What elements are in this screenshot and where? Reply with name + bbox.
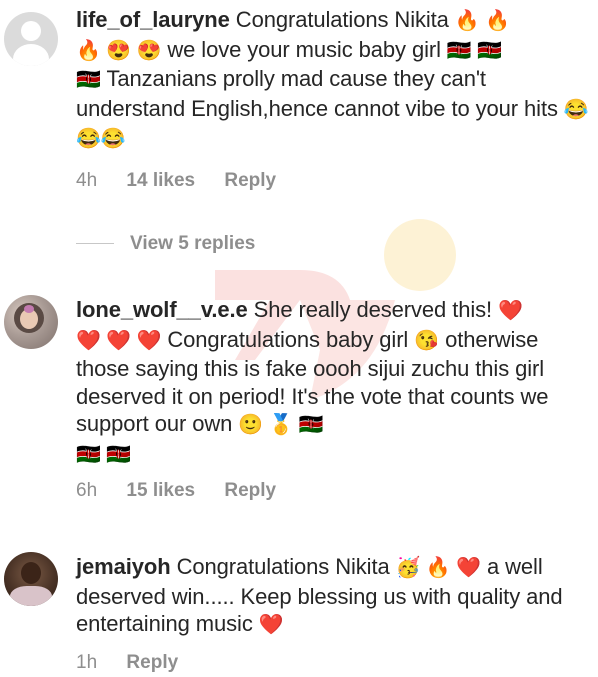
comment-body: Congratulations baby girl [167, 326, 409, 352]
red-heart-emoji-icon: ❤️ [258, 614, 284, 636]
comment-body: Congratulations Nikita [176, 554, 390, 579]
kenya-flag-icon: 🇰🇪 🇰🇪 [76, 443, 132, 466]
avatar-placeholder-head [21, 21, 41, 41]
comment-timestamp: 6h [76, 480, 98, 501]
comment-body: Congratulations Nikita [235, 7, 449, 32]
comment-username[interactable]: jemaiyoh [76, 554, 171, 579]
view-replies-label: View 5 replies [130, 233, 256, 254]
comment-body: Tanzanians prolly mad cause they can't u… [76, 66, 558, 121]
heart-eyes-emoji-icon: 🔥 😍 😍 [76, 39, 162, 62]
avatar-flower [24, 305, 34, 313]
comment-text: life_of_lauryne Congratulations Nikita 🔥… [76, 6, 596, 154]
kenya-flag-icon: 🇰🇪 [76, 69, 101, 91]
avatar[interactable] [4, 552, 58, 606]
fire-emoji-icon: 🔥 🔥 [454, 10, 510, 32]
smile-medal-flag-emoji-icon: 🙂 🥇 🇰🇪 [238, 414, 324, 436]
comment-meta: 4h 14 likes Reply [76, 170, 300, 192]
avatar-placeholder-body [13, 44, 49, 66]
reply-button[interactable]: Reply [224, 480, 276, 501]
kenya-flag-icon: 🇰🇪 🇰🇪 [446, 39, 502, 62]
divider-line [76, 243, 114, 245]
comment-timestamp: 1h [76, 652, 98, 673]
avatar[interactable] [4, 295, 58, 349]
likes-count[interactable]: 14 likes [126, 170, 195, 191]
comment-text: jemaiyoh Congratulations Nikita 🥳 🔥 ❤️ a… [76, 553, 596, 640]
comment-username[interactable]: life_of_lauryne [76, 7, 230, 32]
likes-count[interactable]: 15 likes [126, 480, 195, 501]
comment-body: we love your music baby girl [167, 36, 441, 62]
avatar-shirt [10, 586, 52, 606]
comment-text: lone_wolf__v.e.e She really deserved thi… [76, 296, 596, 469]
reply-button[interactable]: Reply [224, 170, 276, 191]
comment-meta: 1h Reply [76, 652, 202, 674]
comment-username[interactable]: lone_wolf__v.e.e [76, 297, 248, 322]
party-fire-heart-emoji-icon: 🥳 🔥 ❤️ [395, 557, 481, 579]
view-replies-button[interactable]: View 5 replies [76, 233, 255, 255]
comment-meta: 6h 15 likes Reply [76, 480, 300, 502]
red-heart-emoji-icon: ❤️ [498, 300, 523, 322]
comment-body: She really deserved this! [253, 297, 493, 322]
red-heart-emoji-icon: ❤️ ❤️ ❤️ [76, 329, 162, 352]
avatar-face [21, 562, 41, 584]
comment-timestamp: 4h [76, 170, 98, 191]
kiss-emoji-icon: 😘 [414, 329, 440, 352]
avatar[interactable] [4, 12, 58, 66]
reply-button[interactable]: Reply [126, 652, 178, 673]
